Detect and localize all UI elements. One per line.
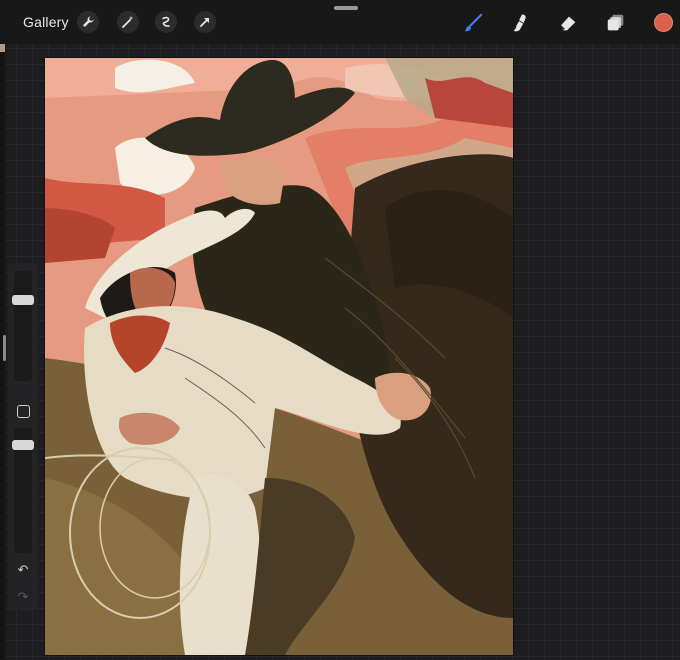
redo-icon[interactable]: ↷	[8, 590, 38, 605]
top-toolbar: Gallery	[0, 0, 680, 44]
transform-arrow-icon[interactable]	[194, 11, 216, 33]
modify-button[interactable]	[17, 405, 30, 418]
brush-size-thumb[interactable]	[12, 295, 34, 305]
magic-wand-icon[interactable]	[117, 11, 139, 33]
selection-icon[interactable]	[155, 11, 177, 33]
wrench-icon[interactable]	[77, 11, 99, 33]
color-picker-button[interactable]	[654, 13, 673, 32]
eraser-icon[interactable]	[556, 11, 580, 35]
layers-icon[interactable]	[604, 11, 628, 35]
opacity-thumb[interactable]	[12, 440, 34, 450]
drag-handle[interactable]	[334, 6, 358, 10]
left-edge	[0, 0, 5, 660]
drawing-canvas[interactable]	[45, 58, 513, 655]
undo-icon[interactable]: ↶	[8, 563, 38, 578]
brush-icon[interactable]	[461, 11, 485, 35]
gallery-button[interactable]: Gallery	[23, 14, 69, 30]
smudge-icon[interactable]	[508, 11, 532, 35]
sidebar-handle[interactable]	[3, 335, 6, 361]
artwork-illustration	[45, 58, 513, 655]
sidebar-sliders: ↶ ↷	[8, 263, 38, 611]
brush-size-slider[interactable]	[14, 271, 32, 381]
